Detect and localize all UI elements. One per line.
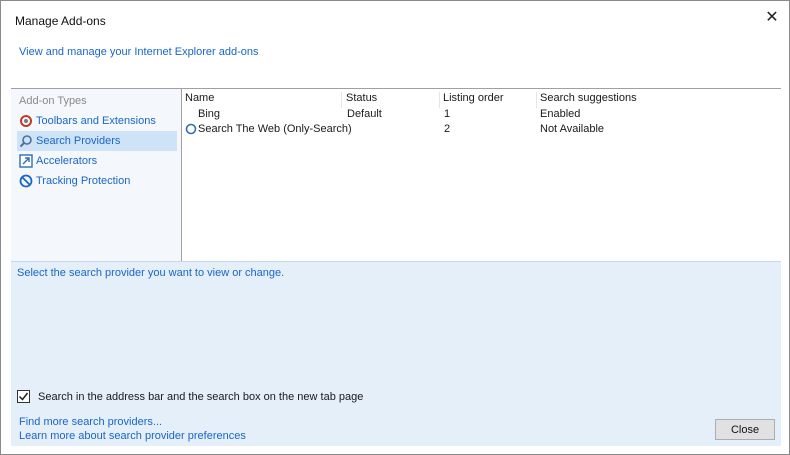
sidebar-item-search-providers[interactable]: Search Providers	[17, 131, 177, 151]
close-icon[interactable]: ✕	[763, 9, 781, 27]
address-bar-search-option[interactable]: Search in the address bar and the search…	[17, 390, 363, 403]
column-header-name[interactable]: Name	[182, 92, 342, 108]
sidebar-item-label: Search Providers	[36, 135, 121, 147]
sidebar-item-toolbars-extensions[interactable]: Toolbars and Extensions	[17, 111, 177, 131]
sidebar-heading: Add-on Types	[19, 95, 87, 107]
addon-types-sidebar: Add-on Types Toolbars and Extensions Sea…	[11, 89, 181, 261]
block-icon	[19, 174, 33, 188]
manage-addons-window: Manage Add-ons ✕ View and manage your In…	[0, 0, 790, 455]
sidebar-item-label: Tracking Protection	[36, 175, 131, 187]
provider-icon	[185, 123, 197, 135]
details-pane: Select the search provider you want to v…	[11, 261, 781, 446]
column-header-listing-order[interactable]: Listing order	[440, 92, 537, 108]
provider-status: Default	[347, 108, 382, 120]
provider-suggestions: Not Available	[540, 123, 605, 135]
title-bar: Manage Add-ons ✕	[1, 1, 789, 33]
provider-suggestions: Enabled	[540, 108, 581, 120]
provider-name: Bing	[198, 108, 221, 120]
find-more-providers-link[interactable]: Find more search providers...	[19, 416, 162, 428]
column-header-status[interactable]: Status	[343, 92, 440, 108]
gear-icon	[19, 114, 33, 128]
checkbox-label: Search in the address bar and the search…	[38, 390, 364, 403]
sidebar-item-label: Toolbars and Extensions	[36, 115, 156, 127]
search-icon	[19, 134, 33, 148]
provider-name: Search The Web (Only-Search)	[198, 123, 352, 135]
window-subtitle: View and manage your Internet Explorer a…	[19, 46, 259, 58]
sidebar-item-label: Accelerators	[36, 155, 98, 167]
details-hint: Select the search provider you want to v…	[17, 267, 285, 279]
accelerator-icon	[19, 154, 33, 168]
provider-order: 2	[444, 123, 451, 135]
search-providers-list: Name Status Listing order Search suggest…	[182, 89, 781, 261]
learn-more-preferences-link[interactable]: Learn more about search provider prefere…	[19, 430, 246, 442]
window-title: Manage Add-ons	[15, 14, 106, 28]
sidebar-item-accelerators[interactable]: Accelerators	[17, 151, 177, 171]
close-button[interactable]: Close	[715, 419, 775, 440]
column-header-search-suggestions[interactable]: Search suggestions	[537, 92, 657, 108]
address-bar-search-checkbox[interactable]	[17, 390, 30, 403]
sidebar-item-tracking-protection[interactable]: Tracking Protection	[17, 171, 177, 191]
provider-order: 1	[444, 108, 451, 120]
